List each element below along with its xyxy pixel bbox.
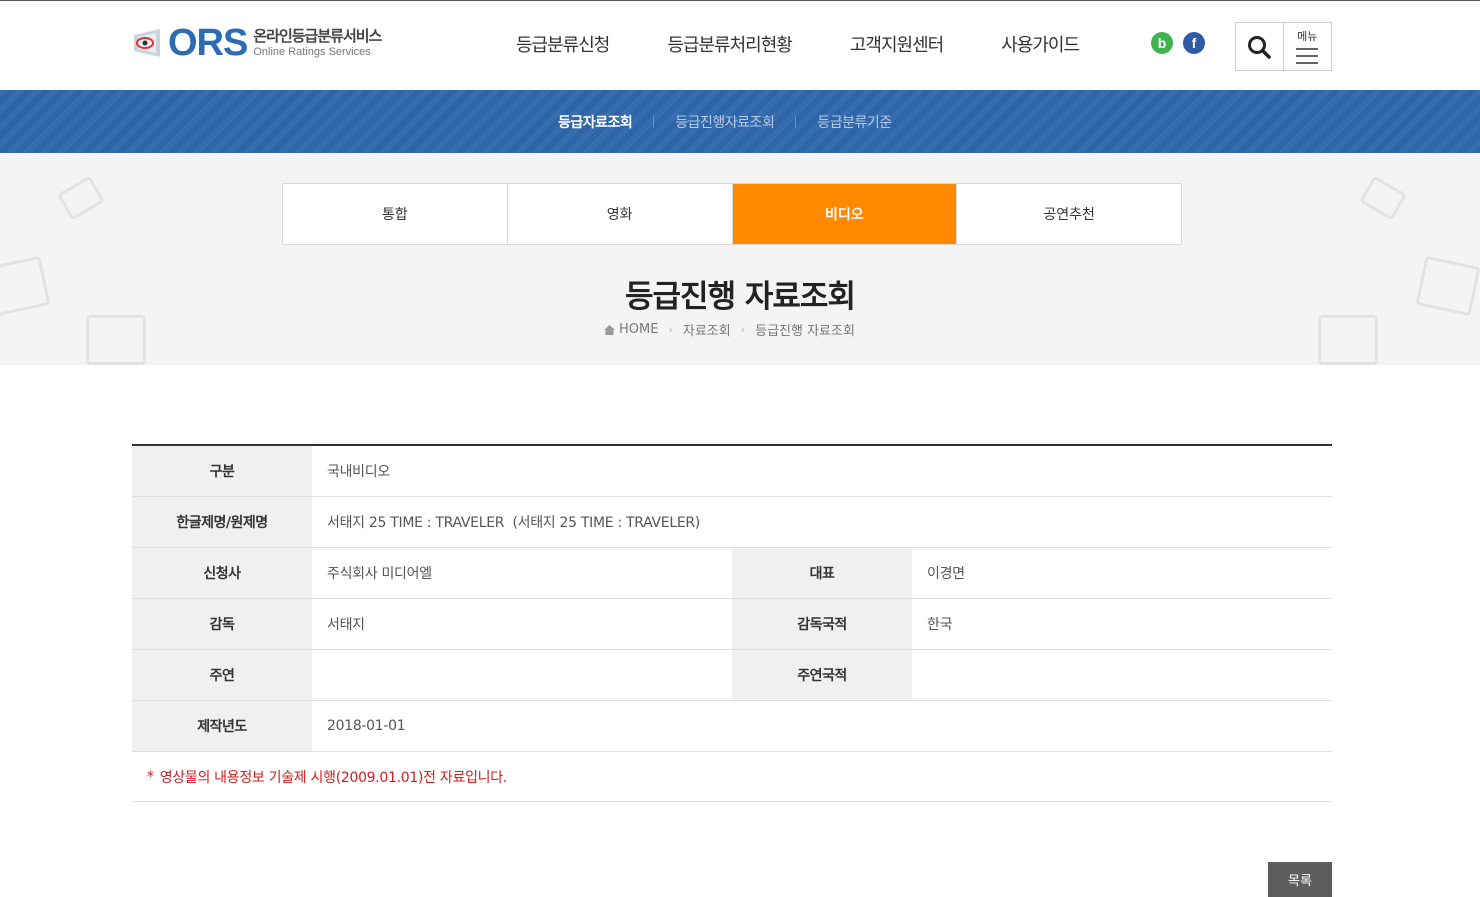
chevron-right-icon: › <box>740 323 746 336</box>
hamburger-icon-bar <box>1296 55 1319 57</box>
table-row: 구분 국내비디오 <box>132 446 1332 497</box>
film-deco-icon <box>1359 175 1407 221</box>
table-row: 한글제명/원제명 서태지 25 TIME : TRAVELER (서태지 25 … <box>132 497 1332 548</box>
applicant-label: 신청사 <box>132 548 312 598</box>
tab-all[interactable]: 통합 <box>283 184 508 244</box>
home-icon <box>604 324 615 335</box>
facebook-icon[interactable]: f <box>1183 32 1205 54</box>
search-button[interactable] <box>1236 23 1284 70</box>
gnb-item-support[interactable]: 고객지원센터 <box>850 31 944 57</box>
cast-nationality-label: 주연국적 <box>732 650 912 700</box>
notice-message: 영상물의 내용정보 기술제 시행(2009.01.01)전 자료입니다. <box>159 769 508 786</box>
header: ORS 온라인등급분류서비스 Online Ratings Services 등… <box>0 0 1480 90</box>
screen-deco-icon <box>86 315 146 365</box>
logo-title-ko: 온라인등급분류서비스 <box>253 27 382 45</box>
director-label: 감독 <box>132 599 312 649</box>
subnav-item-progress-data[interactable]: 등급진행자료조회 <box>675 112 775 132</box>
visual-area: 통합 영화 비디오 공연추천 등급진행 자료조회 HOME › 자료조회 › 등… <box>0 153 1480 365</box>
logo-title-en: Online Ratings Services <box>253 46 371 58</box>
rep-value: 이경면 <box>927 566 965 582</box>
logo-mark-icon <box>132 27 162 59</box>
blog-icon[interactable]: b <box>1151 32 1173 54</box>
notice-star: * <box>147 768 154 785</box>
tab-movie[interactable]: 영화 <box>508 184 733 244</box>
notice-text: * 영상물의 내용정보 기술제 시행(2009.01.01)전 자료입니다. <box>132 752 1332 802</box>
screen-deco-icon <box>1318 315 1378 365</box>
menu-label: 메뉴 <box>1297 30 1318 43</box>
gnb-item-guide[interactable]: 사용가이드 <box>1001 31 1080 57</box>
sns-links: b f <box>1151 32 1205 54</box>
breadcrumb: HOME › 자료조회 › 등급진행 자료조회 <box>604 320 855 339</box>
main-nav: 등급분류신청 등급분류처리현황 고객지원센터 사용가이드 <box>516 31 1137 57</box>
subnav-item-rating-data[interactable]: 등급자료조회 <box>558 112 633 132</box>
logo[interactable]: ORS 온라인등급분류서비스 Online Ratings Services <box>132 22 382 64</box>
subnav-item-criteria[interactable]: 등급분류기준 <box>817 112 892 132</box>
breadcrumb-data-search[interactable]: 자료조회 <box>683 320 731 339</box>
gnb-item-apply[interactable]: 등급분류신청 <box>516 31 610 57</box>
gnb-item-status[interactable]: 등급분류처리현황 <box>667 31 792 57</box>
category-label: 구분 <box>132 446 312 496</box>
subnav-divider <box>795 116 797 128</box>
breadcrumb-current: 등급진행 자료조회 <box>755 324 855 339</box>
sub-nav: 등급자료조회 등급진행자료조회 등급분류기준 <box>0 90 1480 153</box>
category-value: 국내비디오 <box>327 464 390 480</box>
logo-brand: ORS <box>168 22 248 64</box>
cast-label: 주연 <box>132 650 312 700</box>
hamburger-icon <box>1296 48 1319 50</box>
search-icon <box>1248 35 1271 59</box>
util-box: 메뉴 <box>1235 22 1332 71</box>
tab-video[interactable]: 비디오 <box>732 184 958 244</box>
rep-label: 대표 <box>732 548 912 598</box>
page-title: 등급진행 자료조회 <box>625 279 856 315</box>
year-value: 2018-01-01 <box>327 718 406 734</box>
title-label: 한글제명/원제명 <box>132 497 312 547</box>
director-value: 서태지 <box>327 617 365 633</box>
info-table: 구분 국내비디오 한글제명/원제명 서태지 25 TIME : TRAVELER… <box>132 444 1332 802</box>
cast-nationality-value <box>912 650 1332 700</box>
title-value: 서태지 25 TIME : TRAVELER (서태지 25 TIME : TR… <box>327 515 700 531</box>
table-row: 신청사 주식회사 미디어엘 대표 이경면 <box>132 548 1332 599</box>
chevron-right-icon: › <box>668 323 673 336</box>
category-tabs: 통합 영화 비디오 공연추천 <box>282 183 1182 245</box>
menu-button[interactable]: 메뉴 <box>1284 23 1332 70</box>
list-button[interactable]: 목록 <box>1268 862 1332 897</box>
tab-performance[interactable]: 공연추천 <box>957 184 1181 244</box>
year-label: 제작년도 <box>132 701 312 751</box>
subnav-divider <box>653 116 655 128</box>
applicant-value: 주식회사 미디어엘 <box>327 566 432 582</box>
director-nationality-value: 한국 <box>927 617 953 633</box>
table-row: 주연 주연국적 <box>132 650 1332 701</box>
hamburger-icon-bar <box>1296 62 1319 64</box>
director-nationality-label: 감독국적 <box>732 599 912 649</box>
table-row: 감독 서태지 감독국적 한국 <box>132 599 1332 650</box>
cast-value <box>312 650 732 700</box>
breadcrumb-home[interactable]: HOME <box>619 322 658 337</box>
table-row: 제작년도 2018-01-01 <box>132 701 1332 752</box>
film-deco-icon <box>57 175 105 221</box>
